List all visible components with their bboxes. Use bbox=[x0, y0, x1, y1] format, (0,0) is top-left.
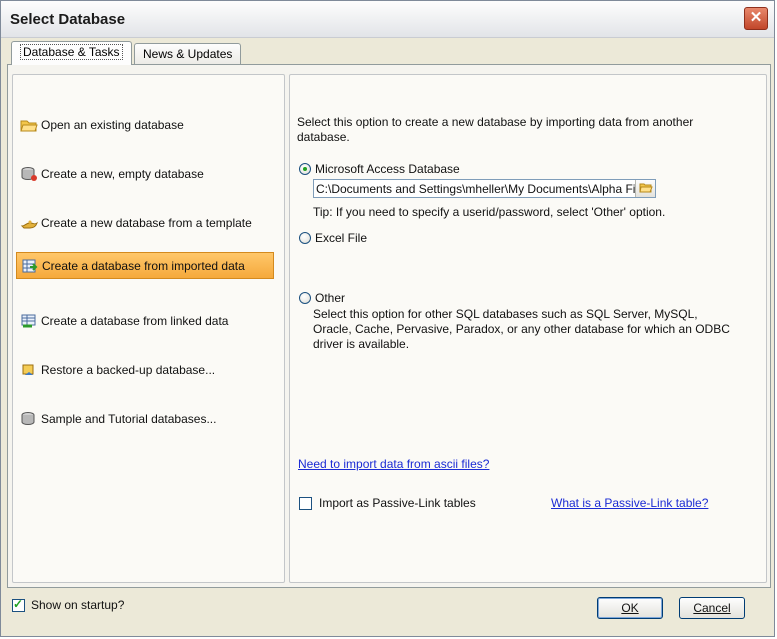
task-create-from-imported[interactable]: Create a database from imported data bbox=[16, 252, 274, 279]
other-description: Select this option for other SQL databas… bbox=[313, 307, 730, 351]
task-create-from-linked[interactable]: Create a database from linked data bbox=[16, 307, 274, 334]
task-label: Create a new database from a template bbox=[41, 215, 252, 230]
linked-data-icon bbox=[20, 313, 38, 329]
browse-button[interactable] bbox=[635, 180, 655, 197]
title-bar[interactable]: Select Database ✕ bbox=[1, 1, 774, 38]
access-path-input[interactable] bbox=[314, 180, 638, 197]
tab-label: News & Updates bbox=[143, 47, 233, 61]
tab-news-updates[interactable]: News & Updates bbox=[134, 43, 242, 64]
show-on-startup-label[interactable]: Show on startup? bbox=[31, 598, 124, 613]
intro-text: Select this option to create a new datab… bbox=[297, 115, 694, 144]
task-create-empty[interactable]: Create a new, empty database bbox=[16, 160, 274, 187]
close-button[interactable]: ✕ bbox=[744, 7, 768, 30]
tip-text: Tip: If you need to specify a userid/pas… bbox=[313, 205, 666, 219]
task-label: Create a database from linked data bbox=[41, 313, 229, 328]
task-sample-tutorial[interactable]: Sample and Tutorial databases... bbox=[16, 405, 274, 432]
show-on-startup-checkbox[interactable] bbox=[12, 597, 25, 612]
ok-button[interactable]: OK bbox=[597, 597, 663, 619]
access-path-field[interactable] bbox=[313, 179, 656, 198]
task-label: Sample and Tutorial databases... bbox=[41, 411, 217, 426]
radio-other[interactable] bbox=[299, 292, 311, 304]
ascii-import-link[interactable]: Need to import data from ascii files? bbox=[298, 457, 489, 471]
task-label: Restore a backed-up database... bbox=[41, 362, 216, 377]
cancel-label: Cancel bbox=[693, 601, 731, 615]
passive-link-checkbox[interactable] bbox=[299, 497, 312, 510]
radio-access-label[interactable]: Microsoft Access Database bbox=[315, 162, 460, 177]
restore-icon bbox=[20, 362, 38, 378]
radio-excel-label[interactable]: Excel File bbox=[315, 231, 367, 246]
import-data-icon bbox=[21, 258, 39, 274]
task-restore-backup[interactable]: Restore a backed-up database... bbox=[16, 356, 274, 383]
options-pane: Select this option to create a new datab… bbox=[289, 74, 767, 583]
magic-lamp-icon bbox=[20, 215, 38, 231]
database-icon bbox=[20, 411, 38, 427]
folder-open-icon bbox=[638, 181, 653, 196]
task-open-existing[interactable]: Open an existing database bbox=[16, 111, 274, 138]
radio-other-label[interactable]: Other bbox=[315, 291, 345, 306]
select-database-dialog: Select Database ✕ Database & Tasks News … bbox=[0, 0, 775, 637]
passive-link-help[interactable]: What is a Passive-Link table? bbox=[551, 496, 708, 510]
cancel-button[interactable]: Cancel bbox=[679, 597, 745, 619]
passive-link-label[interactable]: Import as Passive-Link tables bbox=[319, 496, 476, 511]
ok-label: OK bbox=[621, 601, 639, 615]
tab-database-tasks[interactable]: Database & Tasks bbox=[11, 41, 132, 65]
window-title: Select Database bbox=[10, 11, 126, 28]
tab-label: Database & Tasks bbox=[20, 44, 123, 60]
task-create-from-template[interactable]: Create a new database from a template bbox=[16, 209, 274, 236]
radio-access[interactable] bbox=[299, 163, 311, 175]
radio-excel[interactable] bbox=[299, 232, 311, 244]
task-label: Create a database from imported data bbox=[42, 258, 245, 273]
tab-panel: Open an existing database Create a new, … bbox=[7, 64, 771, 588]
task-list: Open an existing database Create a new, … bbox=[12, 74, 285, 583]
folder-open-icon bbox=[20, 117, 38, 133]
task-label: Open an existing database bbox=[41, 117, 184, 132]
database-icon bbox=[20, 166, 38, 182]
task-label: Create a new, empty database bbox=[41, 166, 204, 181]
close-icon: ✕ bbox=[749, 9, 763, 26]
